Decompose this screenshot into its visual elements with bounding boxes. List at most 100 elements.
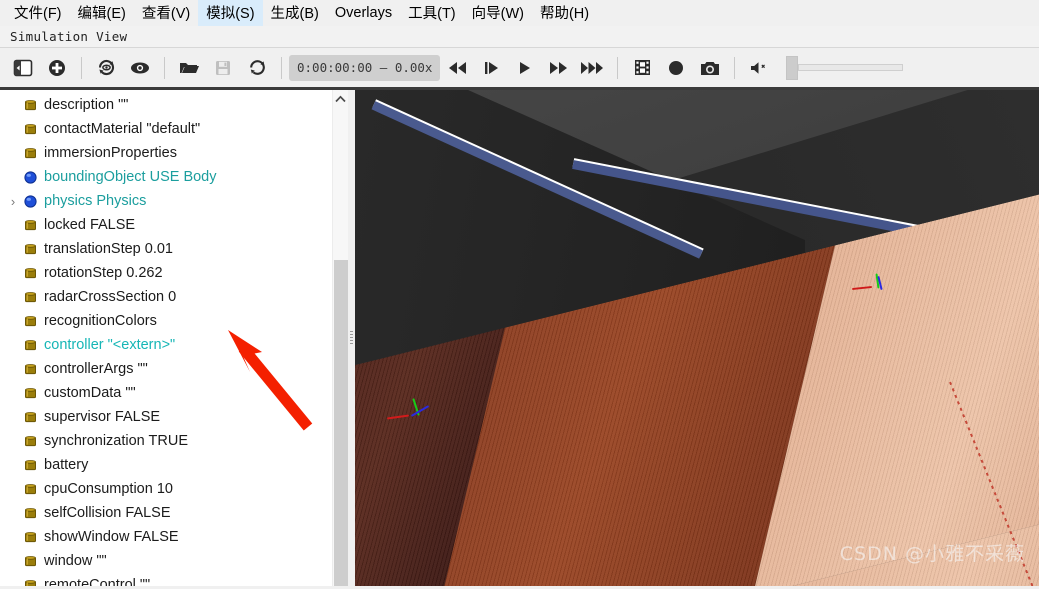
- field-icon: [24, 339, 37, 352]
- menu-item-tools[interactable]: 工具(T): [400, 0, 464, 26]
- fast-forward-icon[interactable]: [542, 53, 576, 83]
- tree-row[interactable]: ›remoteControl "": [0, 573, 348, 586]
- menu-item-overlays[interactable]: Overlays: [327, 2, 400, 24]
- tree-row[interactable]: ›controller "<extern>": [0, 333, 348, 357]
- sidebar-toggle-icon[interactable]: [6, 53, 40, 83]
- tree-row[interactable]: ›cpuConsumption 10: [0, 477, 348, 501]
- tree-row[interactable]: ›immersionProperties: [0, 141, 348, 165]
- volume-slider[interactable]: [786, 56, 903, 80]
- revert-icon[interactable]: [240, 53, 274, 83]
- scene-tree-panel: ›description ""›contactMaterial "default…: [0, 90, 348, 586]
- add-node-icon[interactable]: [40, 53, 74, 83]
- tree-row-label: cpuConsumption 10: [44, 481, 173, 497]
- toolbar-separator-1: [81, 57, 82, 79]
- tree-row[interactable]: ›customData "": [0, 381, 348, 405]
- toolbar-separator-3: [281, 57, 282, 79]
- scrollbar-thumb[interactable]: [334, 260, 348, 586]
- toolbar: 0:00:00:00 — 0.00x: [0, 48, 1039, 90]
- menu-item-build[interactable]: 生成(B): [263, 0, 327, 26]
- chevron-right-icon[interactable]: ›: [6, 195, 20, 208]
- node-ref-icon: [24, 171, 37, 184]
- tree-row[interactable]: ›description "": [0, 93, 348, 117]
- tree-row-label: showWindow FALSE: [44, 529, 179, 545]
- tree-row-label: remoteControl "": [44, 577, 150, 586]
- tree-row[interactable]: ›window "": [0, 549, 348, 573]
- tree-row-label: description "": [44, 97, 128, 113]
- menu-item-simulation[interactable]: 模拟(S): [198, 0, 262, 26]
- tree-row-label: window "": [44, 553, 107, 569]
- menu-item-edit[interactable]: 编辑(E): [70, 0, 134, 26]
- play-icon[interactable]: [508, 53, 542, 83]
- field-icon: [24, 123, 37, 136]
- panel-splitter[interactable]: [348, 90, 355, 586]
- menu-item-file[interactable]: 文件(F): [6, 0, 70, 26]
- field-icon: [24, 147, 37, 160]
- tree-row-label: customData "": [44, 385, 136, 401]
- tree-row-label: contactMaterial "default": [44, 121, 200, 137]
- field-icon: [24, 243, 37, 256]
- tree-row[interactable]: ›locked FALSE: [0, 213, 348, 237]
- tree-row-label: immersionProperties: [44, 145, 177, 161]
- tree-row-label: rotationStep 0.262: [44, 265, 163, 281]
- field-icon: [24, 387, 37, 400]
- field-icon: [24, 483, 37, 496]
- volume-slider-handle[interactable]: [786, 56, 798, 80]
- tree-row-label: physics Physics: [44, 193, 146, 209]
- field-icon: [24, 291, 37, 304]
- tree-row[interactable]: ›battery: [0, 453, 348, 477]
- tab-simulation-view[interactable]: Simulation View: [10, 29, 127, 44]
- scene-tree-scrollbar[interactable]: [332, 90, 348, 586]
- tree-row-label: controller "<extern>": [44, 337, 175, 353]
- toolbar-separator-2: [164, 57, 165, 79]
- tree-row[interactable]: ›synchronization TRUE: [0, 429, 348, 453]
- tree-row-label: battery: [44, 457, 88, 473]
- mute-icon[interactable]: [742, 53, 776, 83]
- scroll-up-arrow[interactable]: [333, 90, 348, 107]
- tree-row-label: translationStep 0.01: [44, 241, 173, 257]
- axis-x-red-2: [852, 286, 872, 290]
- field-icon: [24, 579, 37, 587]
- menu-item-wizards[interactable]: 向导(W): [464, 0, 532, 26]
- save-icon[interactable]: [206, 53, 240, 83]
- tree-row[interactable]: ›contactMaterial "default": [0, 117, 348, 141]
- view-icon[interactable]: [123, 53, 157, 83]
- simulation-viewport[interactable]: CSDN @小雅不采薇: [355, 90, 1039, 586]
- menu-item-view[interactable]: 查看(V): [134, 0, 198, 26]
- field-icon: [24, 411, 37, 424]
- tree-row[interactable]: ›radarCrossSection 0: [0, 285, 348, 309]
- field-icon: [24, 435, 37, 448]
- step-icon[interactable]: [474, 53, 508, 83]
- toolbar-separator-4: [617, 57, 618, 79]
- tree-row-label: radarCrossSection 0: [44, 289, 176, 305]
- tree-row[interactable]: ›supervisor FALSE: [0, 405, 348, 429]
- axis-z-blue: [411, 405, 429, 417]
- tree-row[interactable]: ›boundingObject USE Body: [0, 165, 348, 189]
- run-icon[interactable]: [576, 53, 610, 83]
- tree-row[interactable]: ›recognitionColors: [0, 309, 348, 333]
- movie-icon[interactable]: [625, 53, 659, 83]
- tree-row[interactable]: › physics Physics: [0, 189, 348, 213]
- tree-row[interactable]: ›selfCollision FALSE: [0, 501, 348, 525]
- tree-row-label: supervisor FALSE: [44, 409, 160, 425]
- tree-row-label: boundingObject USE Body: [44, 169, 217, 185]
- menu-item-help[interactable]: 帮助(H): [532, 0, 597, 26]
- field-icon: [24, 507, 37, 520]
- open-folder-icon[interactable]: [172, 53, 206, 83]
- volume-slider-track[interactable]: [798, 64, 903, 71]
- simulation-time-display: 0:00:00:00 — 0.00x: [289, 55, 440, 81]
- field-icon: [24, 555, 37, 568]
- tree-row[interactable]: ›rotationStep 0.262: [0, 261, 348, 285]
- tree-row[interactable]: ›controllerArgs "": [0, 357, 348, 381]
- record-icon[interactable]: [659, 53, 693, 83]
- tree-row[interactable]: ›showWindow FALSE: [0, 525, 348, 549]
- field-icon: [24, 363, 37, 376]
- reload-icon[interactable]: [89, 53, 123, 83]
- axis-x-red: [387, 414, 409, 419]
- scene-tree-list: ›description ""›contactMaterial "default…: [0, 90, 348, 586]
- field-icon: [24, 315, 37, 328]
- menu-bar: 文件(F) 编辑(E) 查看(V) 模拟(S) 生成(B) Overlays 工…: [0, 0, 1039, 26]
- screenshot-icon[interactable]: [693, 53, 727, 83]
- rewind-icon[interactable]: [440, 53, 474, 83]
- main-split: ›description ""›contactMaterial "default…: [0, 90, 1039, 586]
- tree-row[interactable]: ›translationStep 0.01: [0, 237, 348, 261]
